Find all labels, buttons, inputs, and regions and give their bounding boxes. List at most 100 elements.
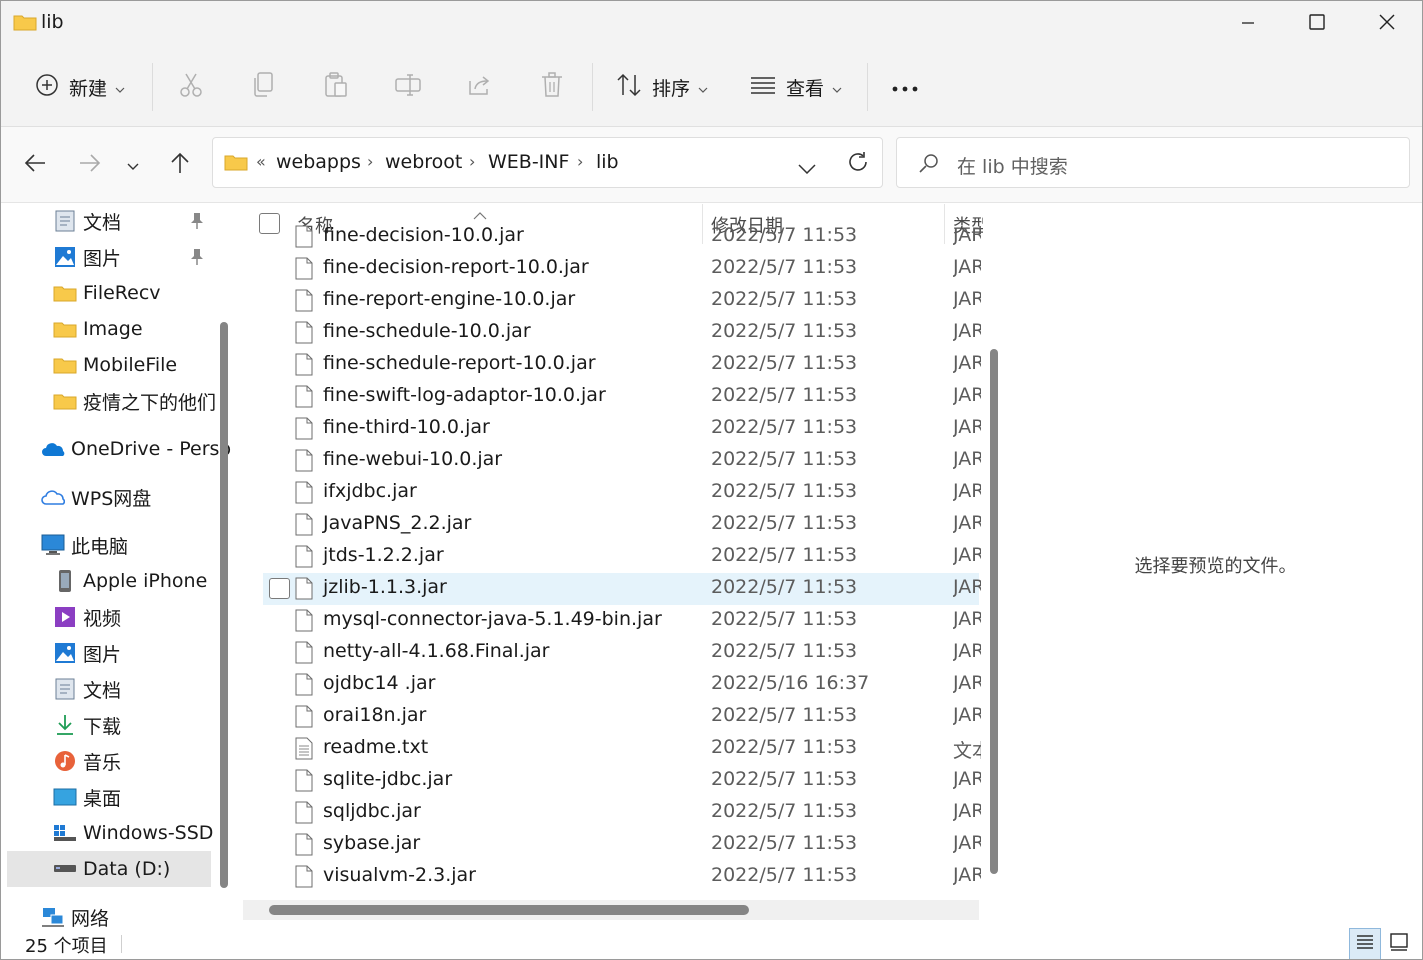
file-row[interactable]: fine-swift-log-adaptor-10.0.jar 2022/5/7 … — [263, 381, 981, 413]
maximize-button[interactable] — [1282, 1, 1352, 47]
view-button[interactable]: 查看 — [750, 67, 842, 107]
file-icon — [295, 801, 313, 824]
nav-item-pictures[interactable]: 图片 — [53, 636, 121, 670]
file-row[interactable]: JavaPNS_2.2.jar 2022/5/7 11:53 JAR — [263, 509, 981, 541]
nav-item-wps-cloud[interactable]: WPS网盘 — [41, 480, 151, 514]
nav-item-mobilefile[interactable]: MobileFile — [53, 348, 177, 382]
address-history-chevron-icon[interactable] — [798, 158, 816, 179]
file-date-modified: 2022/5/7 11:53 — [711, 320, 858, 342]
arrow-right-icon — [79, 153, 101, 177]
onedrive-icon — [41, 437, 65, 461]
list-horizontal-scrollbar[interactable] — [243, 900, 979, 920]
nav-item-epidemic-folder[interactable]: 疫情之下的他们 — [53, 384, 216, 418]
forward-button[interactable] — [72, 147, 108, 183]
nav-label: 图片 — [83, 247, 122, 270]
delete-button[interactable] — [541, 67, 563, 107]
copy-icon — [253, 71, 275, 103]
file-row[interactable]: netty-all-4.1.68.Final.jar 2022/5/7 11:53… — [263, 637, 981, 669]
pin-icon — [189, 248, 205, 271]
file-row[interactable]: fine-schedule-report-10.0.jar 2022/5/7 11… — [263, 349, 981, 381]
file-row[interactable]: jzlib-1.1.3.jar 2022/5/7 11:53 JAR — [263, 573, 981, 605]
nav-label: FileRecv — [83, 282, 161, 304]
breadcrumb-overflow[interactable]: « — [256, 152, 266, 171]
file-row[interactable]: fine-decision-report-10.0.jar 2022/5/7 11… — [263, 253, 981, 285]
file-row[interactable]: visualvm-2.3.jar 2022/5/7 11:53 JAR — [263, 861, 981, 893]
file-name: JavaPNS_2.2.jar — [323, 512, 472, 534]
file-row[interactable]: jtds-1.2.2.jar 2022/5/7 11:53 JAR — [263, 541, 981, 573]
list-vertical-scrollbar-thumb[interactable] — [990, 349, 998, 874]
nav-item-pictures-pinned[interactable]: 图片 — [53, 240, 121, 274]
nav-item-data-d[interactable]: Data (D:) — [53, 852, 170, 886]
share-button[interactable] — [468, 67, 492, 107]
up-button[interactable] — [162, 147, 198, 183]
chevron-right-icon[interactable]: › — [577, 152, 583, 171]
back-button[interactable] — [17, 147, 53, 183]
close-button[interactable] — [1352, 1, 1422, 47]
file-row[interactable]: fine-webui-10.0.jar 2022/5/7 11:53 JAR — [263, 445, 981, 477]
nav-item-onedrive[interactable]: OneDrive - Perso — [41, 432, 231, 466]
cut-button[interactable] — [179, 67, 203, 107]
more-options-button[interactable] — [891, 67, 919, 107]
nav-item-downloads[interactable]: 下载 — [53, 708, 121, 742]
file-row[interactable]: sqljdbc.jar 2022/5/7 11:53 JAR — [263, 797, 981, 829]
copy-button[interactable] — [253, 67, 275, 107]
file-row[interactable]: fine-report-engine-10.0.jar 2022/5/7 11:5… — [263, 285, 981, 317]
nav-item-apple-iphone[interactable]: Apple iPhone — [53, 564, 207, 598]
nav-item-music[interactable]: 音乐 — [53, 744, 121, 778]
nav-item-videos[interactable]: 视频 — [53, 600, 121, 634]
breadcrumb-web-inf[interactable]: WEB-INF — [488, 151, 569, 173]
file-list: 名称 修改日期 类型 fine-decision-10.0.jar2022/5/… — [241, 204, 1007, 927]
file-row[interactable]: fine-decision-10.0.jar 2022/5/7 11:53 JAR — [263, 221, 981, 253]
trash-icon — [541, 71, 563, 103]
file-row[interactable]: fine-third-10.0.jar 2022/5/7 11:53 JAR — [263, 413, 981, 445]
list-horizontal-scrollbar-thumb[interactable] — [269, 905, 749, 915]
file-type: JAR — [953, 800, 981, 822]
nav-item-image[interactable]: Image — [53, 312, 143, 346]
recent-locations-button[interactable] — [115, 147, 151, 183]
list-vertical-scrollbar[interactable] — [987, 244, 1001, 894]
file-row[interactable]: sqlite-jdbc.jar 2022/5/7 11:53 JAR — [263, 765, 981, 797]
nav-item-filerecv[interactable]: FileRecv — [53, 276, 161, 310]
nav-item-documents-pinned[interactable]: 文档 — [53, 204, 121, 238]
nav-item-desktop[interactable]: 桌面 — [53, 780, 121, 814]
breadcrumb-lib[interactable]: lib — [596, 151, 619, 173]
minimize-button[interactable] — [1213, 1, 1283, 47]
nav-item-windows-ssd[interactable]: Windows-SSD ( — [53, 816, 227, 850]
file-row[interactable]: mysql-connector-java-5.1.49-bin.jar 2022/… — [263, 605, 981, 637]
file-row[interactable]: orai18n.jar 2022/5/7 11:53 JAR — [263, 701, 981, 733]
arrow-left-icon — [24, 153, 46, 177]
cut-icon — [179, 72, 203, 103]
chevron-right-icon[interactable]: › — [469, 152, 475, 171]
new-button[interactable]: 新建 — [35, 67, 125, 107]
file-icon — [295, 353, 313, 376]
nav-item-network[interactable]: 网络 — [41, 900, 109, 927]
nav-item-this-pc[interactable]: 此电脑 — [41, 528, 128, 562]
paste-button[interactable] — [324, 67, 348, 107]
file-row[interactable]: readme.txt 2022/5/7 11:53 文本 — [263, 733, 981, 765]
address-bar[interactable]: « webapps › webroot › WEB-INF › lib — [212, 137, 883, 188]
rename-button[interactable] — [395, 67, 421, 107]
file-row[interactable]: ifxjdbc.jar 2022/5/7 11:53 JAR — [263, 477, 981, 509]
breadcrumb-webapps[interactable]: webapps — [276, 151, 361, 173]
large-icons-view-button[interactable] — [1383, 928, 1415, 959]
file-date-modified: 2022/5/7 11:53 — [711, 256, 858, 278]
file-row[interactable]: sybase.jar 2022/5/7 11:53 JAR — [263, 829, 981, 861]
videos-icon — [53, 605, 77, 629]
nav-item-documents[interactable]: 文档 — [53, 672, 121, 706]
file-row[interactable]: fine-schedule-10.0.jar 2022/5/7 11:53 JAR — [263, 317, 981, 349]
details-view-button[interactable] — [1349, 928, 1381, 959]
nav-scrollbar[interactable] — [217, 322, 231, 888]
breadcrumb-webroot[interactable]: webroot — [385, 151, 462, 173]
file-row[interactable]: ojdbc14 .jar 2022/5/16 16:37 JAR — [263, 669, 981, 701]
file-date-modified: 2022/5/7 11:53 — [711, 640, 858, 662]
nav-scrollbar-thumb[interactable] — [220, 322, 228, 888]
row-checkbox[interactable] — [269, 578, 290, 599]
sort-button[interactable]: 排序 — [616, 67, 708, 107]
file-name: fine-third-10.0.jar — [323, 416, 490, 438]
pin-icon — [189, 212, 205, 235]
file-icon — [295, 225, 313, 248]
file-type: JAR — [953, 224, 981, 246]
refresh-icon[interactable] — [847, 151, 869, 178]
search-input[interactable]: 在 lib 中搜索 — [896, 137, 1410, 188]
chevron-right-icon[interactable]: › — [367, 152, 373, 171]
